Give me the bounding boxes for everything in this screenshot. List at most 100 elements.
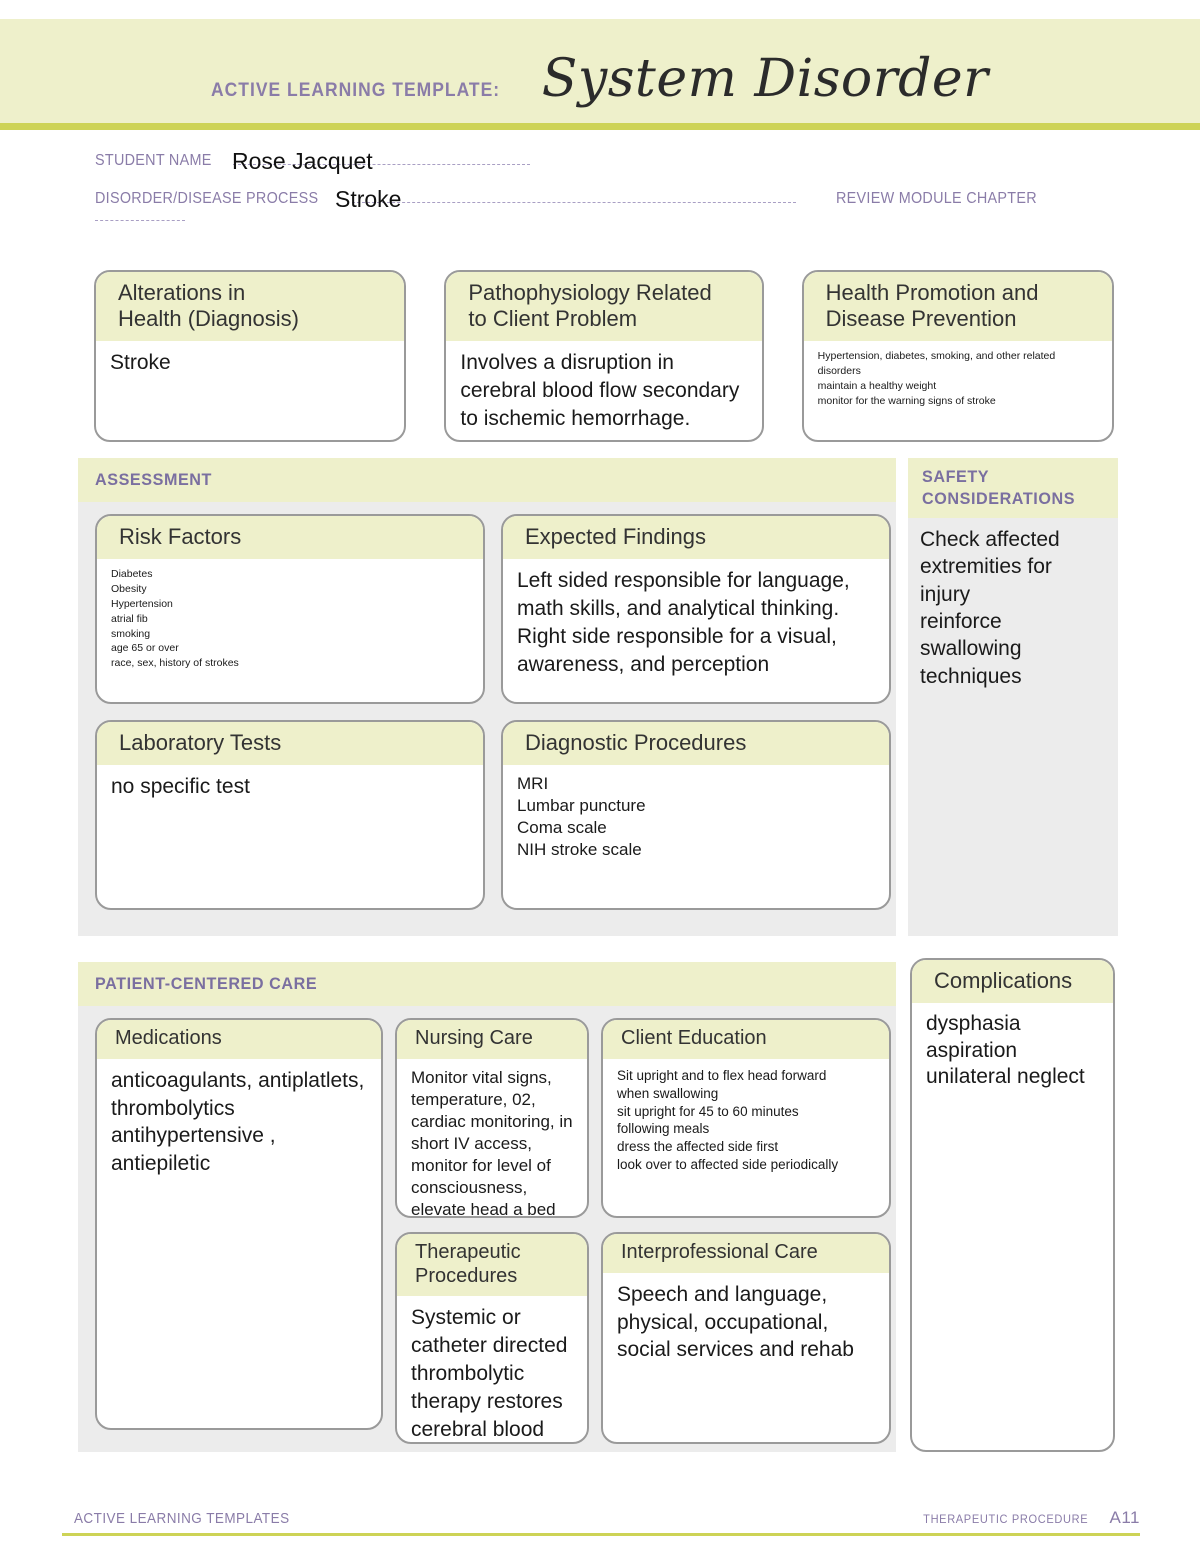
card-laboratory-tests-body[interactable]: no specific test [97,765,483,908]
diagnostic-procedure-item: Coma scale [517,818,607,838]
diagnostic-procedure-item: Lumbar puncture [517,796,646,816]
medications-text: anticoagulants, antiplatlets, thrombolyt… [111,1068,365,1176]
client-education-line: Sit upright and to flex head forward [617,1067,827,1083]
footer-divider-rule [62,1533,1140,1536]
complication-item: dysphasia [926,1011,1021,1035]
interprofessional-care-text: Speech and language, physical, occupatio… [617,1282,854,1362]
card-health-promotion-body[interactable]: Hypertension, diabetes, smoking, and oth… [804,341,1112,440]
disorder-fill-line[interactable] [351,202,796,203]
card-laboratory-tests-title: Laboratory Tests [119,730,282,755]
card-diagnostic-procedures-title: Diagnostic Procedures [525,730,747,755]
card-therapeutic-procedures-header: Therapeutic Procedures [397,1234,587,1297]
card-health-promotion-title-line2: Disease Prevention [825,305,1017,331]
card-expected-findings-body[interactable]: Left sided responsible for language, mat… [503,559,889,702]
disorder-row: DISORDER/DISEASE PROCESS Stroke REVIEW M… [95,186,1105,228]
footer-section-label: THERAPEUTIC PROCEDURE [923,1512,1089,1526]
card-pathophysiology-title-line2: to Client Problem [468,305,638,331]
card-diagnostic-procedures-body[interactable]: MRI Lumbar puncture Coma scale NIH strok… [503,765,889,908]
assessment-card-grid: Risk Factors Diabetes Obesity Hypertensi… [78,502,896,910]
card-interprofessional-care: Interprofessional Care Speech and langua… [601,1232,891,1444]
complication-item: unilateral neglect [926,1065,1085,1089]
card-complications-body[interactable]: dysphasia aspiration unilateral neglect [912,1003,1113,1450]
card-risk-factors-body[interactable]: Diabetes Obesity Hypertension atrial fib… [97,559,483,702]
card-alterations-body[interactable]: Stroke [96,341,404,440]
review-module-fill-line[interactable] [95,220,185,221]
student-name-row: STUDENT NAME Rose Jacquet [95,148,1105,190]
client-education-line: when swallowing [617,1085,719,1101]
page-title: System Disorder [541,49,989,109]
card-alterations-in-health: Alterations in Health (Diagnosis) Stroke [94,270,407,442]
card-expected-findings-header: Expected Findings [503,516,889,559]
laboratory-test-item: no specific test [111,774,250,798]
risk-factor-item: Hypertension [111,597,173,610]
card-laboratory-tests-header: Laboratory Tests [97,722,483,765]
safety-considerations-body[interactable]: Check affected extremities for injury re… [908,518,1118,690]
safety-considerations-header: SAFETY CONSIDERATIONS [908,458,1118,519]
safety-line: swallowing [920,637,1022,661]
footer-right-group: THERAPEUTIC PROCEDURE A11 [916,1508,1140,1528]
header-divider-rule [0,123,1200,130]
risk-factor-item: Diabetes [111,567,153,580]
patient-centered-care-grid: Nursing Care Monitor vital signs, temper… [78,1006,896,1444]
safety-considerations-label-line1: SAFETY [922,467,990,486]
health-promotion-line: monitor for the warning signs of stroke [817,394,996,407]
safety-line: extremities for [920,555,1052,579]
disorder-label: DISORDER/DISEASE PROCESS [95,190,319,207]
patient-centered-care-header: PATIENT-CENTERED CARE [78,962,896,1006]
card-nursing-care-body[interactable]: Monitor vital signs, temperature, 02, ca… [397,1059,587,1218]
card-client-education-title: Client Education [621,1027,767,1049]
card-pathophysiology-title-line1: Pathophysiology Related [468,280,712,305]
risk-factor-item: smoking [111,627,151,640]
client-education-line: following meals [617,1121,710,1137]
safety-line: Check affected [920,528,1060,552]
risk-factor-item: age 65 or over [111,642,179,655]
card-alterations-header: Alterations in Health (Diagnosis) [96,272,405,341]
card-therapeutic-procedures-title: Therapeutic Procedures [415,1241,521,1287]
health-promotion-line: disorders [817,364,861,377]
card-risk-factors-header: Risk Factors [97,516,483,559]
expected-findings-line: Left sided responsible for language, mat… [517,568,850,620]
card-pathophysiology: Pathophysiology Related to Client Proble… [444,270,764,442]
expected-findings-line: Right side responsible for a visual, awa… [517,624,837,676]
nursing-care-text: Monitor vital signs, temperature, 02, ca… [411,1067,573,1218]
safety-considerations-label-line2: CONSIDERATIONS [922,489,1076,509]
card-complications: Complications dysphasia aspiration unila… [910,958,1115,1452]
card-nursing-care-title: Nursing Care [415,1027,533,1049]
template-eyebrow-label: ACTIVE LEARNING TEMPLATE: [211,80,501,101]
card-pathophysiology-body[interactable]: Involves a disruption in cerebral blood … [446,341,761,440]
meta-fields: STUDENT NAME Rose Jacquet DISORDER/DISEA… [95,148,1105,228]
student-name-label: STUDENT NAME [95,152,212,169]
student-name-value[interactable]: Rose Jacquet [232,148,373,175]
health-promotion-line: Hypertension, diabetes, smoking, and oth… [817,349,1056,362]
card-client-education: Client Education Sit upright and to flex… [601,1018,891,1218]
card-interprofessional-care-body[interactable]: Speech and language, physical, occupatio… [603,1273,889,1442]
card-medications-body[interactable]: anticoagulants, antiplatlets, thrombolyt… [97,1059,381,1428]
card-medications-header: Medications [97,1020,381,1059]
patient-centered-care-label: PATIENT-CENTERED CARE [95,974,318,993]
card-interprofessional-care-title: Interprofessional Care [621,1241,818,1263]
footer-row: ACTIVE LEARNING TEMPLATES THERAPEUTIC PR… [62,1508,1140,1533]
safety-line: techniques [920,664,1022,688]
card-pathophysiology-text: Involves a disruption in cerebral blood … [460,350,740,430]
footer-page-number: A11 [1109,1508,1140,1527]
client-education-line: sit upright for 45 to 60 minutes [617,1103,799,1119]
health-promotion-line: maintain a healthy weight [817,379,937,392]
card-client-education-body[interactable]: Sit upright and to flex head forward whe… [603,1059,889,1216]
card-alterations-text: Stroke [110,350,171,374]
top-card-row: Alterations in Health (Diagnosis) Stroke… [94,270,1115,442]
header-title-group: ACTIVE LEARNING TEMPLATE: System Disorde… [211,49,988,123]
card-complications-title: Complications [934,968,1073,993]
card-therapeutic-procedures-body[interactable]: Systemic or catheter directed thrombolyt… [397,1296,587,1442]
risk-factor-item: atrial fib [111,612,148,625]
therapeutic-procedures-text: Systemic or catheter directed thrombolyt… [411,1306,568,1441]
disorder-value[interactable]: Stroke [335,186,401,213]
diagnostic-procedure-item: NIH stroke scale [517,840,642,860]
card-health-promotion-title-line1: Health Promotion and [825,280,1039,305]
card-therapeutic-procedures: Therapeutic Procedures Systemic or cathe… [395,1232,589,1444]
assessment-panel: ASSESSMENT Risk Factors Diabetes Obesity… [78,458,896,936]
page-footer: ACTIVE LEARNING TEMPLATES THERAPEUTIC PR… [62,1508,1140,1536]
safety-line: reinforce [920,610,1002,634]
header-band: ACTIVE LEARNING TEMPLATE: System Disorde… [0,19,1200,123]
card-complications-header: Complications [912,960,1113,1003]
card-risk-factors-title: Risk Factors [119,524,242,549]
